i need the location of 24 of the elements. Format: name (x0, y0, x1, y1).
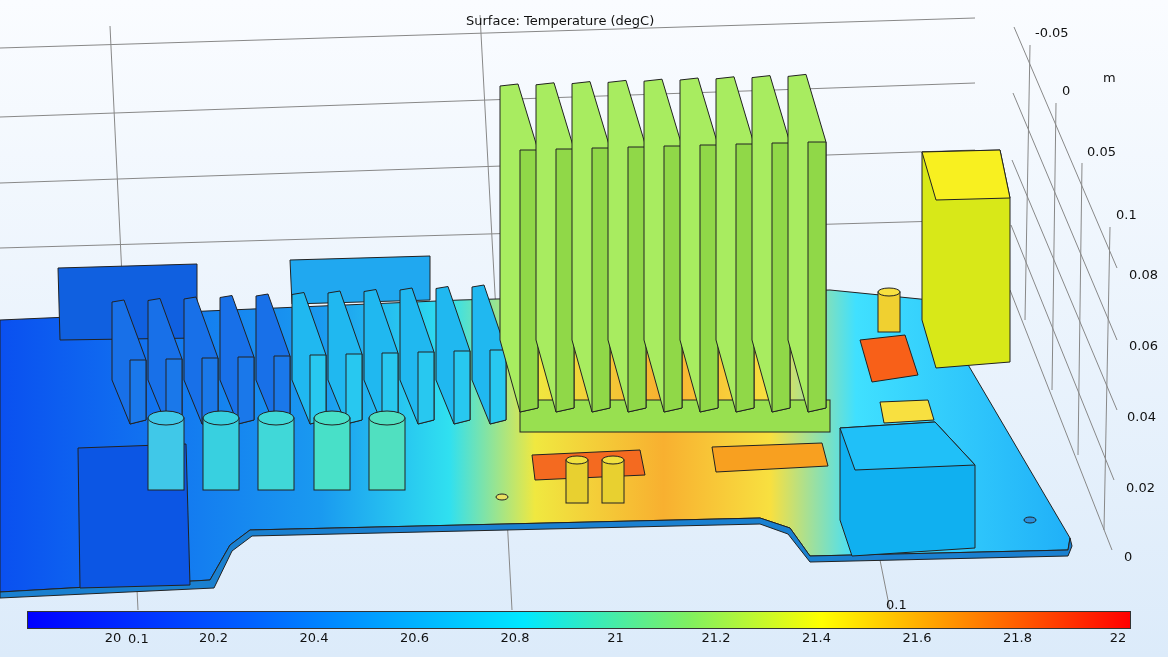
color-scale-label: 21 (607, 630, 624, 645)
color-scale-label: 21.8 (1003, 630, 1032, 645)
color-scale-label: 21.2 (701, 630, 731, 645)
axis-tick-label: 0.1 (1116, 207, 1137, 222)
axis-tick-label: 0.04 (1127, 409, 1156, 424)
axis-tick-label: 0.08 (1129, 267, 1158, 282)
axis-tick-label: 0.1 (886, 597, 907, 612)
axis-tick-label: 0 (1124, 549, 1133, 564)
axis-tick-label: 0.02 (1126, 480, 1155, 495)
color-scale-label: 22 (1109, 630, 1127, 645)
plot-title: Surface: Temperature (degC) (466, 13, 655, 28)
axis-tick-label: 0.05 (1087, 144, 1116, 159)
color-scale-label: 20.2 (199, 630, 228, 645)
axis-unit-label: m (1103, 70, 1116, 85)
color-scale-label: 21.4 (802, 630, 831, 645)
axis-tick-label: 0.06 (1129, 338, 1158, 353)
color-scale-label: 20.6 (400, 630, 429, 645)
axis-tick-label: -0.05 (1035, 25, 1069, 40)
color-scale-label: 20.8 (500, 630, 530, 645)
axis-tick-label: 0.1 (128, 631, 149, 646)
color-scale-label: 21.6 (902, 630, 932, 645)
axis-tick-label: 0 (1062, 83, 1071, 98)
color-scale-label: 20.4 (299, 630, 329, 645)
color-scale-label: 20 (104, 630, 122, 645)
